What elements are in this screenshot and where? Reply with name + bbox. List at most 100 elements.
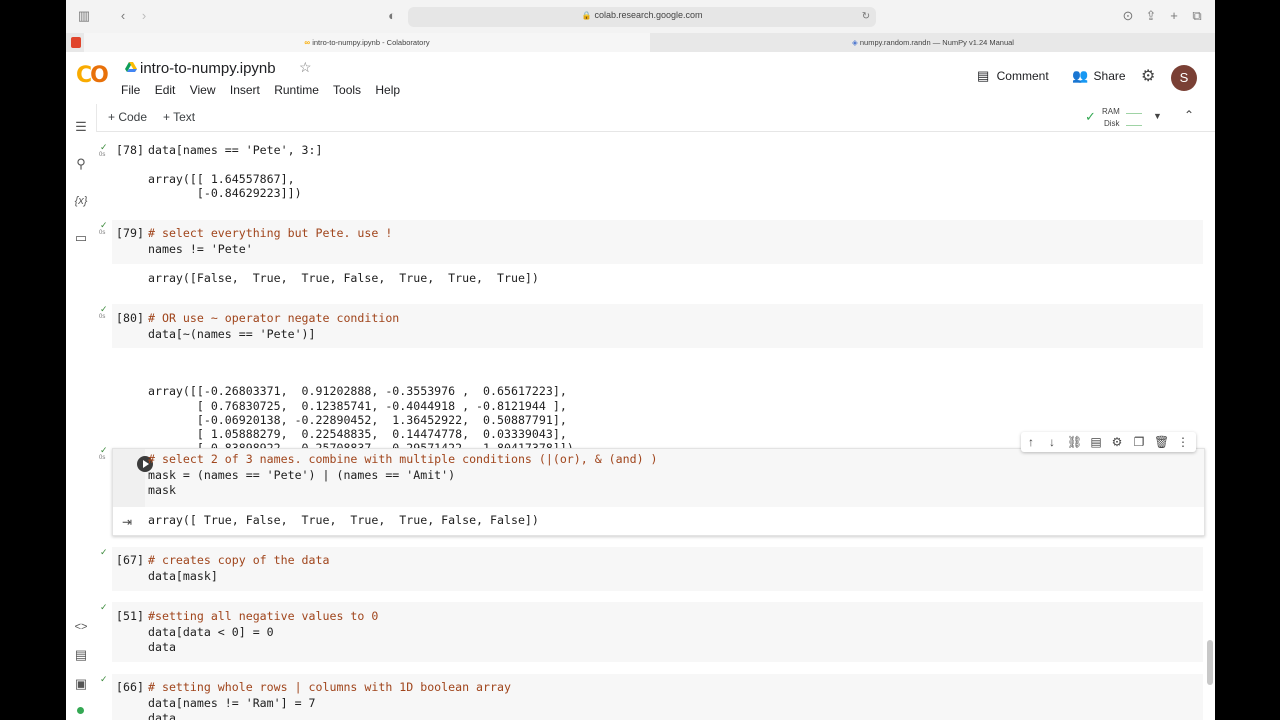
cell-prompt: [79]	[116, 226, 144, 240]
comment-icon: ▤	[977, 68, 990, 83]
notebook-content: ✓ 0s [78] data[names == 'Pete', 3:] array…	[96, 132, 1215, 720]
ram-label: RAM	[1102, 107, 1120, 116]
menu-edit[interactable]: Edit	[155, 83, 176, 97]
resources-dropdown-icon[interactable]: ▼	[1153, 111, 1162, 121]
comment-icon[interactable]: ▤	[1089, 435, 1103, 449]
cell-code[interactable]: # select everything but Pete. use ! names…	[148, 226, 392, 257]
terminal-icon[interactable]: ▣	[73, 676, 89, 692]
code-cell-67[interactable]: ✓ [67] # creates copy of the data data[ma…	[96, 547, 1205, 591]
link-icon[interactable]: ⛓	[1067, 435, 1082, 449]
code-cell-focused[interactable]: # select 2 of 3 names. combine with mult…	[112, 448, 1205, 536]
cell-code[interactable]: #setting all negative values to 0 data[da…	[148, 609, 378, 656]
executed-check-icon: ✓	[100, 547, 108, 557]
reload-icon[interactable]: ↻	[858, 9, 874, 25]
move-up-icon[interactable]: ↑	[1024, 435, 1038, 449]
disk-label: Disk	[1104, 119, 1120, 128]
share-icon[interactable]: ⇪	[1143, 8, 1159, 24]
browser-window: ▥ ‹ › ◐ 🔒 colab.research.google.com ↻ ⊙ ⇪…	[66, 0, 1215, 720]
tab-label: intro-to-numpy.ipynb - Colaboratory	[312, 38, 430, 47]
cell-code[interactable]: data[names == 'Pete', 3:]	[148, 143, 323, 159]
add-text-button[interactable]: + Text	[163, 110, 195, 124]
exec-time: 0s	[99, 314, 106, 320]
cell-output: array([[ 1.64557867], [-0.84629223]])	[148, 172, 302, 201]
tab-overview-icon[interactable]: ⧉	[1189, 8, 1205, 24]
table-of-contents-icon[interactable]: ☰	[73, 119, 89, 135]
menu-bar: File Edit View Insert Runtime Tools Help	[121, 83, 411, 97]
code-cell-66[interactable]: ✓ [66] # setting whole rows | columns wi…	[96, 674, 1205, 720]
ram-meter	[1126, 113, 1142, 114]
address-bar[interactable]: 🔒 colab.research.google.com	[408, 7, 876, 27]
cell-prompt: [51]	[116, 609, 144, 623]
cell-code[interactable]: # setting whole rows | columns with 1D b…	[148, 680, 511, 720]
more-options-icon[interactable]: ⋮	[1176, 435, 1190, 449]
comment-button[interactable]: ▤ Comment	[977, 68, 1049, 84]
output-actions-icon[interactable]: ⇥	[122, 515, 132, 529]
settings-gear-icon[interactable]: ⚙	[1110, 435, 1124, 449]
exec-time: 0s	[99, 455, 106, 461]
executed-check-icon: ✓	[100, 674, 108, 684]
numpy-favicon-icon: ◈	[852, 38, 858, 47]
code-cell-80[interactable]: ✓ 0s [80] # OR use ~ operator negate cond…	[96, 304, 1205, 455]
tab-numpy-docs[interactable]: ◈ numpy.random.randn — NumPy v1.24 Manua…	[651, 33, 1215, 52]
privacy-shield-icon[interactable]: ◐	[384, 8, 400, 24]
menu-help[interactable]: Help	[375, 83, 400, 97]
code-cell-51[interactable]: ✓ [51] #setting all negative values to 0…	[96, 602, 1205, 662]
cell-output: array([ True, False, True, True, True, F…	[148, 513, 539, 527]
notebook-toolbar: + Code + Text ✓ RAM Disk ▼ ⌃	[66, 103, 1215, 132]
mirror-cell-icon[interactable]: ❐	[1132, 435, 1146, 449]
code-cell-78[interactable]: ✓ 0s [78] data[names == 'Pete', 3:] array…	[96, 142, 1205, 212]
cell-toolbar: ↑ ↓ ⛓ ▤ ⚙ ❐ 🗑 ⋮	[1021, 432, 1196, 452]
back-icon[interactable]: ‹	[115, 8, 131, 24]
code-snippets-icon[interactable]: <>	[73, 619, 89, 635]
menu-tools[interactable]: Tools	[333, 83, 361, 97]
add-code-button[interactable]: + Code	[108, 110, 147, 124]
cell-code[interactable]: # creates copy of the data data[mask]	[148, 553, 329, 584]
files-folder-icon[interactable]: ▭	[73, 230, 89, 246]
connected-check-icon: ✓	[1085, 109, 1096, 124]
browser-toolbar: ▥ ‹ › ◐ 🔒 colab.research.google.com ↻ ⊙ ⇪…	[66, 0, 1215, 33]
comment-label: Comment	[996, 69, 1049, 83]
cell-code[interactable]: # select 2 of 3 names. combine with mult…	[148, 452, 658, 499]
lock-icon: 🔒	[581, 11, 592, 20]
cell-prompt: [80]	[116, 311, 144, 325]
new-tab-icon[interactable]: +	[1166, 8, 1182, 24]
settings-gear-icon[interactable]: ⚙	[1141, 66, 1155, 86]
share-button[interactable]: 👥 Share	[1072, 68, 1126, 84]
collapse-header-icon[interactable]: ⌃	[1184, 108, 1194, 122]
executed-check-icon: ✓	[100, 602, 108, 612]
variables-icon[interactable]: {x}	[73, 193, 89, 209]
tab-label: numpy.random.randn — NumPy v1.24 Manual	[859, 38, 1014, 47]
downloads-icon[interactable]: ⊙	[1120, 8, 1136, 24]
colab-header: CO intro-to-numpy.ipynb ☆ File Edit View…	[66, 52, 1215, 103]
tab-bar: ∞ intro-to-numpy.ipynb - Colaboratory ◈ …	[66, 33, 1215, 53]
move-down-icon[interactable]: ↓	[1045, 435, 1059, 449]
cell-code[interactable]: # OR use ~ operator negate condition data…	[148, 311, 399, 342]
drive-icon	[125, 62, 137, 72]
pinned-tab-icon[interactable]	[71, 37, 81, 48]
notebook-title[interactable]: intro-to-numpy.ipynb	[140, 60, 276, 77]
exec-time: 0s	[99, 230, 106, 236]
scrollbar[interactable]	[1207, 640, 1213, 685]
tab-colab[interactable]: ∞ intro-to-numpy.ipynb - Colaboratory	[84, 33, 650, 52]
delete-icon[interactable]: 🗑	[1154, 435, 1169, 449]
forward-icon[interactable]: ›	[136, 8, 152, 24]
menu-insert[interactable]: Insert	[230, 83, 260, 97]
code-cell-79[interactable]: ✓ 0s [79] # select everything but Pete. u…	[96, 220, 1205, 290]
sidebar-toggle-icon[interactable]: ▥	[76, 8, 92, 24]
menu-file[interactable]: File	[121, 83, 140, 97]
menu-runtime[interactable]: Runtime	[274, 83, 319, 97]
exec-time: 0s	[99, 152, 106, 158]
search-icon[interactable]: ⚲	[73, 156, 89, 172]
colab-logo[interactable]: CO	[76, 63, 109, 88]
star-icon[interactable]: ☆	[299, 59, 312, 76]
cell-prompt: [67]	[116, 553, 144, 567]
cell-prompt: [78]	[116, 143, 144, 157]
cell-prompt: [66]	[116, 680, 144, 694]
status-dot	[77, 707, 84, 714]
menu-view[interactable]: View	[190, 83, 216, 97]
people-icon: 👥	[1072, 68, 1089, 83]
disk-meter	[1126, 125, 1142, 126]
colab-favicon-icon: ∞	[304, 38, 311, 47]
avatar[interactable]: S	[1171, 65, 1197, 91]
command-palette-icon[interactable]: ▤	[73, 647, 89, 663]
